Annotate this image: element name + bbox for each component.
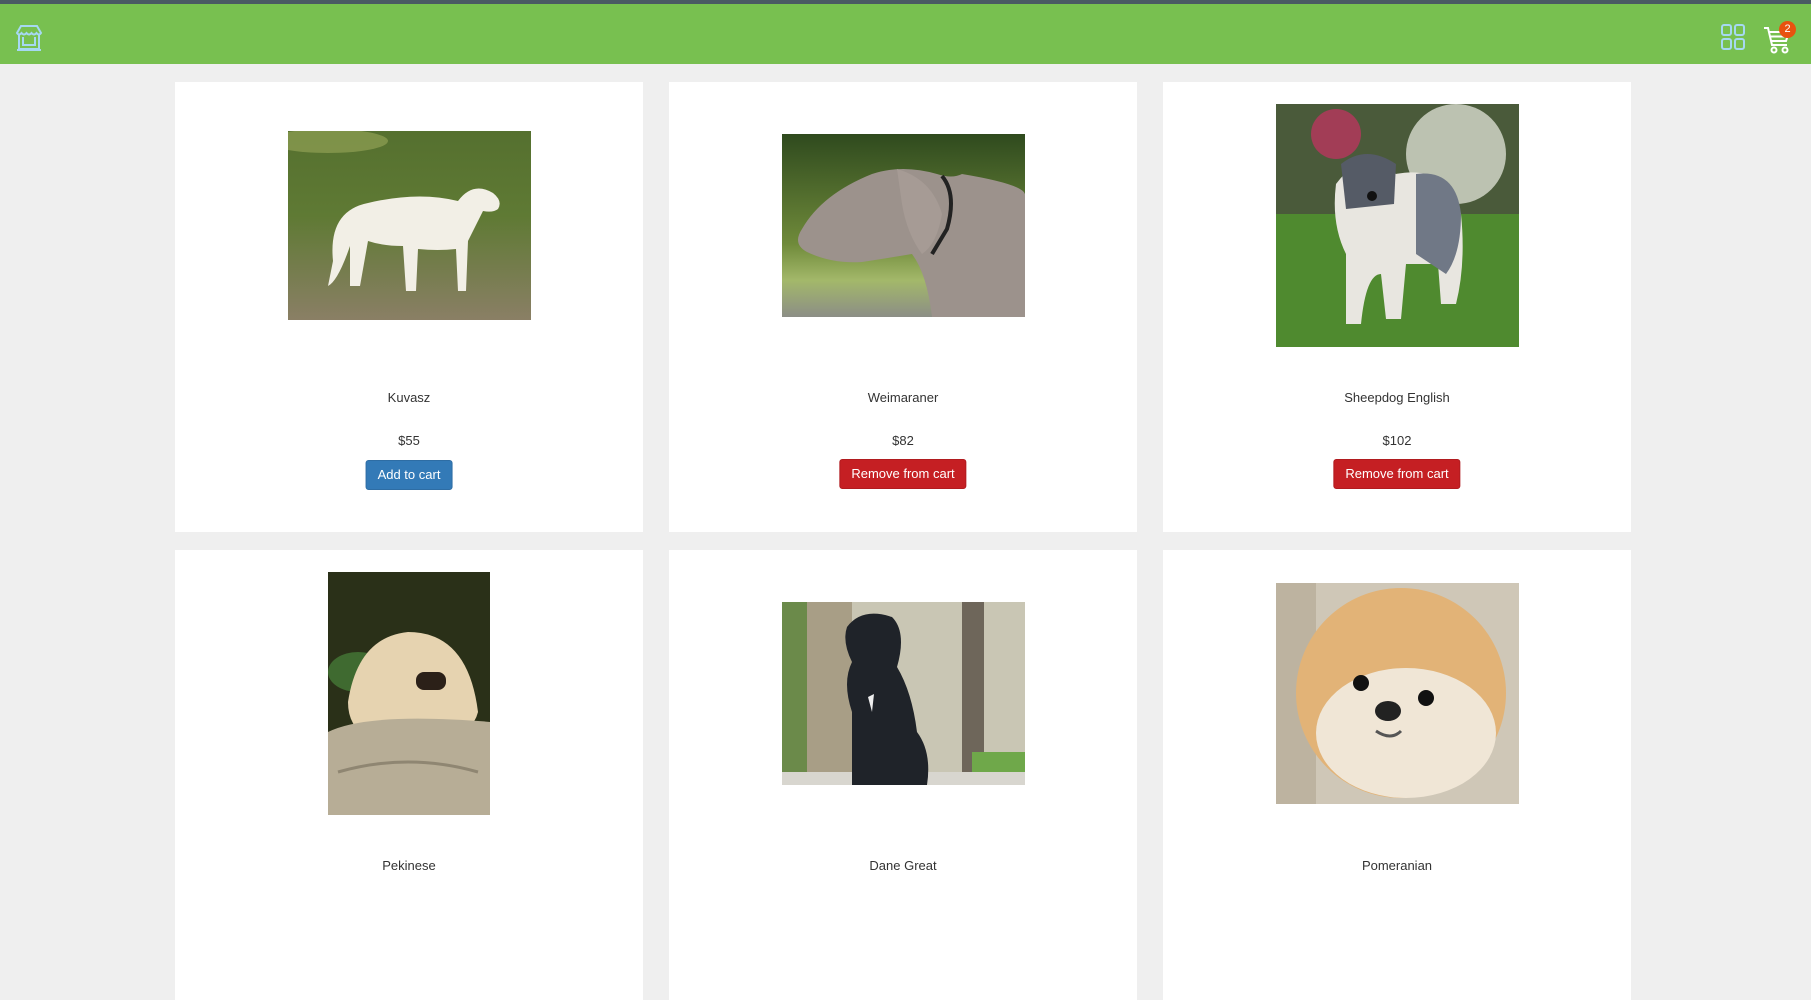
remove-from-cart-button[interactable]: Remove from cart xyxy=(839,459,967,489)
product-card: Dane Great xyxy=(669,550,1137,1000)
app-header: 2 xyxy=(0,4,1811,64)
product-image-sheepdog-english[interactable] xyxy=(1275,104,1519,347)
grid-view-icon xyxy=(1721,24,1745,50)
product-name: Pekinese xyxy=(382,858,436,873)
product-price: $82 xyxy=(892,433,914,448)
product-card: Kuvasz $55 Add to cart xyxy=(175,82,643,532)
product-image-pomeranian[interactable] xyxy=(1275,583,1519,804)
grid-view-button[interactable] xyxy=(1721,24,1745,50)
product-grid: Kuvasz $55 Add to cart Weimaraner $82 Re… xyxy=(175,82,1632,1000)
product-name: Sheepdog English xyxy=(1344,390,1450,405)
add-to-cart-button[interactable]: Add to cart xyxy=(365,460,453,490)
product-name: Kuvasz xyxy=(387,390,431,405)
product-card: Pekinese xyxy=(175,550,643,1000)
product-image-dane-great[interactable] xyxy=(781,602,1025,785)
cart-count-badge: 2 xyxy=(1779,21,1796,38)
home-logo-button[interactable] xyxy=(14,22,44,52)
product-image-weimaraner[interactable] xyxy=(781,134,1025,317)
product-image-pekinese[interactable] xyxy=(328,572,490,815)
storefront-icon xyxy=(15,25,43,51)
product-card: Pomeranian xyxy=(1163,550,1631,1000)
remove-from-cart-button[interactable]: Remove from cart xyxy=(1333,459,1461,489)
product-price: $102 xyxy=(1382,433,1412,448)
product-name: Dane Great xyxy=(869,858,937,873)
product-card: Weimaraner $82 Remove from cart xyxy=(669,82,1137,532)
product-image-kuvasz[interactable] xyxy=(287,131,531,320)
product-name: Pomeranian xyxy=(1361,858,1433,873)
product-name: Weimaraner xyxy=(867,390,939,405)
product-price: $55 xyxy=(398,433,420,448)
product-card: Sheepdog English $102 Remove from cart xyxy=(1163,82,1631,532)
